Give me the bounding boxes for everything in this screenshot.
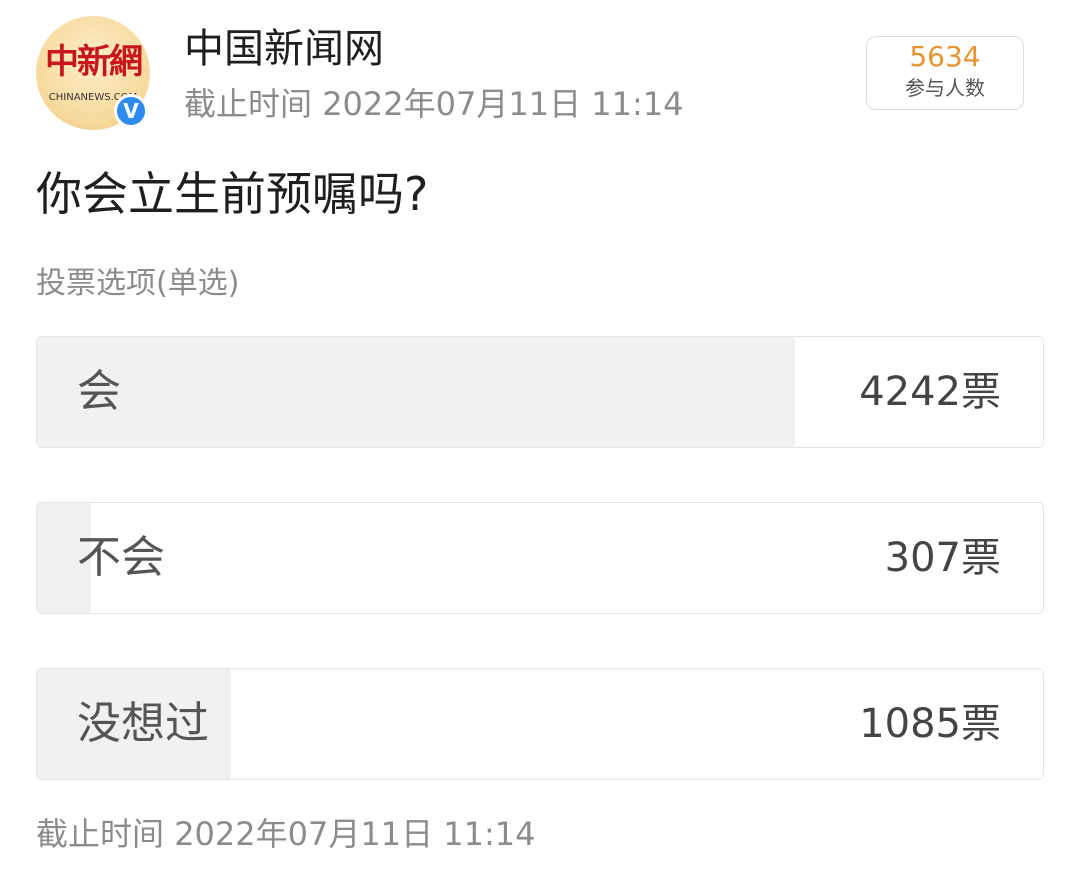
participants-box: 5634 参与人数: [866, 36, 1024, 110]
deadline-header: 截止时间 2022年07月11日 11:14: [184, 82, 683, 126]
participants-label: 参与人数: [905, 76, 985, 100]
participants-count: 5634: [909, 40, 981, 73]
deadline-value: 2022年07月11日 11:14: [322, 85, 684, 123]
verified-badge-icon: V: [114, 94, 148, 128]
account-avatar[interactable]: 中新網 CHINANEWS.COM V: [36, 16, 150, 130]
deadline-footer: 截止时间 2022年07月11日 11:14: [36, 812, 535, 856]
option-label: 不会: [77, 532, 165, 583]
option-votes: 1085票: [859, 701, 1001, 747]
poll-option-never-thought[interactable]: 没想过 1085票: [36, 668, 1044, 780]
option-label: 会: [77, 366, 121, 417]
poll-option-no[interactable]: 不会 307票: [36, 502, 1044, 614]
option-result-bar: [37, 337, 795, 447]
poll-question: 你会立生前预嘱吗?: [36, 167, 429, 221]
vote-type-label: 投票选项(单选): [36, 266, 240, 301]
deadline-label: 截止时间: [36, 815, 165, 853]
deadline-value: 2022年07月11日 11:14: [174, 815, 536, 853]
account-name[interactable]: 中国新闻网: [184, 24, 384, 74]
poll-option-yes[interactable]: 会 4242票: [36, 336, 1044, 448]
option-votes: 307票: [884, 535, 1001, 581]
deadline-label: 截止时间: [184, 85, 313, 123]
chinanews-logo-icon: 中新網: [45, 42, 143, 82]
option-label: 没想过: [77, 698, 209, 749]
option-votes: 4242票: [859, 369, 1001, 415]
